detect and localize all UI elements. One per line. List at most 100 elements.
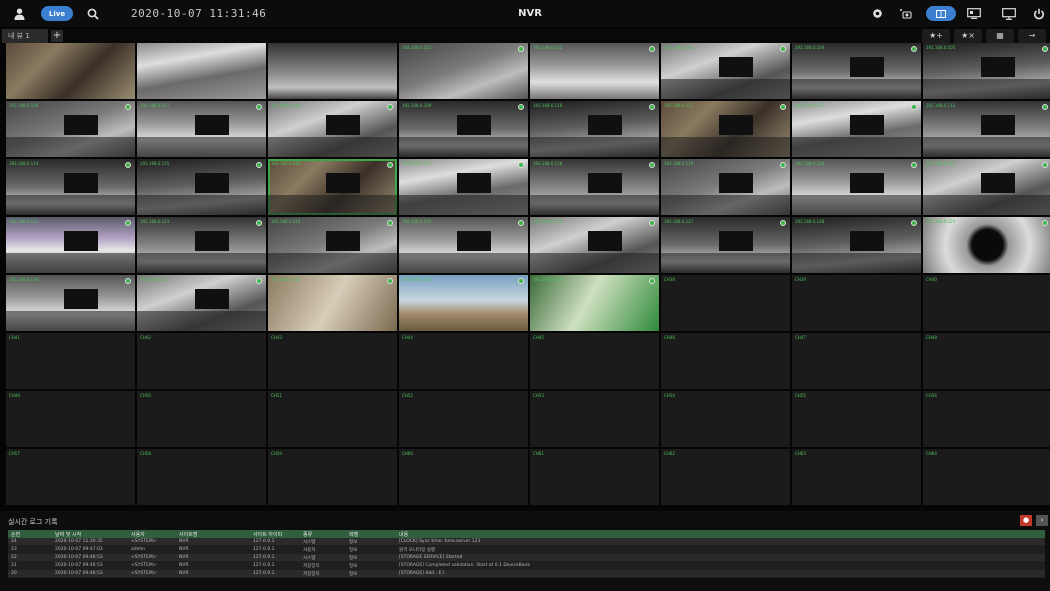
empty-camera-tile[interactable]: CH45 <box>530 333 659 389</box>
camera-tile[interactable]: 192.168.0.109 <box>399 101 528 157</box>
settings-gear-icon[interactable] <box>870 5 884 22</box>
camera-tile[interactable]: 192.168.0.122 <box>6 217 135 273</box>
camera-tile[interactable]: 192.168.0.127 <box>661 217 790 273</box>
log-row[interactable]: 20 2020-10-07 09:46:53 <SYSTEM> NVR 127.0.0.… <box>8 569 1045 578</box>
log-column-header[interactable]: 날짜 및 시작 <box>52 530 128 538</box>
camera-tile[interactable]: 192.168.0.116 <box>268 159 397 215</box>
remote-screen-icon[interactable] <box>1001 5 1017 22</box>
log-cell: 127.0.0.1 <box>250 553 300 562</box>
camera-tile[interactable]: 192.168.0.130 <box>6 275 135 331</box>
favorite-remove-button[interactable]: ★× <box>954 29 982 43</box>
layout-view-button[interactable] <box>926 6 956 21</box>
camera-tile[interactable]: 192.168.0.131 <box>137 275 266 331</box>
camera-tile[interactable]: 192.168.0.133 <box>399 275 528 331</box>
empty-camera-tile[interactable]: CH59 <box>268 449 397 505</box>
monitor-icon[interactable] <box>966 5 982 22</box>
camera-tile[interactable]: 192.168.0.106 <box>6 101 135 157</box>
expand-log-icon[interactable]: › <box>1036 515 1048 526</box>
empty-camera-tile[interactable]: CH63 <box>792 449 921 505</box>
record-icon[interactable]: ● <box>1020 515 1032 526</box>
tab-my-view-1[interactable]: 내 뷰 1 <box>2 29 48 43</box>
log-column-header[interactable]: 종류 <box>300 530 346 538</box>
empty-camera-tile[interactable]: CH42 <box>137 333 266 389</box>
camera-tile[interactable]: 192.168.0.125 <box>399 217 528 273</box>
empty-camera-tile[interactable]: CH52 <box>399 391 528 447</box>
camera-tile[interactable]: 192.168.0.112 <box>792 101 921 157</box>
empty-camera-tile[interactable]: CH38 <box>661 275 790 331</box>
camera-tile[interactable]: 192.168.0.120 <box>792 159 921 215</box>
live-view-button[interactable]: Live <box>41 6 73 21</box>
camera-tile[interactable]: 192.168.0.128 <box>792 217 921 273</box>
log-row[interactable]: 24 2020-10-07 11:30:35 <SYSTEM> NVR 127.0.0.… <box>8 538 1045 546</box>
empty-camera-tile[interactable]: CH51 <box>268 391 397 447</box>
empty-camera-tile[interactable]: CH41 <box>6 333 135 389</box>
camera-tile[interactable]: 192.168.0.118 <box>530 159 659 215</box>
log-row[interactable]: 21 2020-10-07 09:46:53 <SYSTEM> NVR 127.0.0.… <box>8 561 1045 570</box>
camera-label: CH49 <box>9 393 20 398</box>
empty-camera-tile[interactable]: CH58 <box>137 449 266 505</box>
camera-tile[interactable]: 192.168.0.104 <box>792 43 921 99</box>
camera-tile[interactable] <box>137 43 266 99</box>
log-column-header[interactable]: 사이트명 <box>176 530 250 538</box>
empty-camera-tile[interactable]: CH50 <box>137 391 266 447</box>
empty-camera-tile[interactable]: CH60 <box>399 449 528 505</box>
empty-camera-tile[interactable]: CH57 <box>6 449 135 505</box>
camera-tile[interactable]: 192.168.0.134 <box>530 275 659 331</box>
recording-status-icon <box>387 104 393 110</box>
camera-label: CH50 <box>140 393 151 398</box>
camera-label: CH46 <box>664 335 675 340</box>
camera-tile[interactable]: 192.168.0.117 <box>399 159 528 215</box>
camera-tile[interactable]: 192.168.0.126 <box>530 217 659 273</box>
log-column-header[interactable]: 순번 <box>8 530 52 538</box>
camera-tile[interactable]: 192.168.0.108 <box>268 101 397 157</box>
empty-camera-tile[interactable]: CH48 <box>923 333 1050 389</box>
camera-tile[interactable]: 192.168.0.101 <box>399 43 528 99</box>
camera-tile[interactable]: 192.168.0.124 <box>268 217 397 273</box>
empty-camera-tile[interactable]: CH43 <box>268 333 397 389</box>
camera-tile[interactable]: 192.168.0.111 <box>661 101 790 157</box>
camera-tile[interactable]: 192.168.0.132 <box>268 275 397 331</box>
grid-layout-button[interactable]: ▦ <box>986 29 1014 43</box>
empty-camera-tile[interactable]: CH44 <box>399 333 528 389</box>
camera-tile[interactable]: 192.168.0.115 <box>137 159 266 215</box>
camera-tile[interactable] <box>6 43 135 99</box>
ptz-control-icon[interactable] <box>898 5 914 22</box>
user-icon[interactable] <box>12 5 26 22</box>
power-icon[interactable] <box>1032 5 1046 22</box>
empty-camera-tile[interactable]: CH53 <box>530 391 659 447</box>
camera-label: 192.168.0.117 <box>402 161 432 166</box>
camera-tile[interactable]: 192.168.0.123 <box>137 217 266 273</box>
log-column-header[interactable]: 내용 <box>396 530 836 538</box>
log-column-header[interactable]: 레벨 <box>346 530 396 538</box>
log-row[interactable]: 23 2020-10-07 09:47:03 admin NVR 127.0.0.1 사용… <box>8 545 1045 554</box>
empty-camera-tile[interactable]: CH64 <box>923 449 1050 505</box>
camera-tile[interactable]: 192.168.0.114 <box>6 159 135 215</box>
camera-tile[interactable]: 192.168.0.119 <box>661 159 790 215</box>
camera-tile[interactable] <box>268 43 397 99</box>
camera-tile[interactable]: 192.168.0.129 <box>923 217 1050 273</box>
empty-camera-tile[interactable]: CH61 <box>530 449 659 505</box>
log-row[interactable]: 22 2020-10-07 09:46:53 <SYSTEM> NVR 127.0.0.… <box>8 553 1045 562</box>
camera-tile[interactable]: 192.168.0.110 <box>530 101 659 157</box>
empty-camera-tile[interactable]: CH46 <box>661 333 790 389</box>
add-tab-button[interactable]: + <box>51 30 63 42</box>
camera-tile[interactable]: 192.168.0.107 <box>137 101 266 157</box>
empty-camera-tile[interactable]: CH40 <box>923 275 1050 331</box>
next-page-button[interactable]: → <box>1018 29 1046 43</box>
empty-camera-tile[interactable]: CH54 <box>661 391 790 447</box>
camera-tile[interactable]: 192.168.0.105 <box>923 43 1050 99</box>
camera-tile[interactable]: 192.168.0.113 <box>923 101 1050 157</box>
log-column-header[interactable]: 사이트 아이피 <box>250 530 300 538</box>
empty-camera-tile[interactable]: CH56 <box>923 391 1050 447</box>
search-icon[interactable] <box>86 5 100 22</box>
camera-tile[interactable]: 192.168.0.121 <box>923 159 1050 215</box>
empty-camera-tile[interactable]: CH39 <box>792 275 921 331</box>
camera-tile[interactable]: 192.168.0.102 <box>530 43 659 99</box>
empty-camera-tile[interactable]: CH47 <box>792 333 921 389</box>
favorite-add-button[interactable]: ★+ <box>922 29 950 43</box>
camera-tile[interactable]: 192.168.0.103 <box>661 43 790 99</box>
empty-camera-tile[interactable]: CH55 <box>792 391 921 447</box>
empty-camera-tile[interactable]: CH49 <box>6 391 135 447</box>
empty-camera-tile[interactable]: CH62 <box>661 449 790 505</box>
log-column-header[interactable]: 사용자 <box>128 530 176 538</box>
